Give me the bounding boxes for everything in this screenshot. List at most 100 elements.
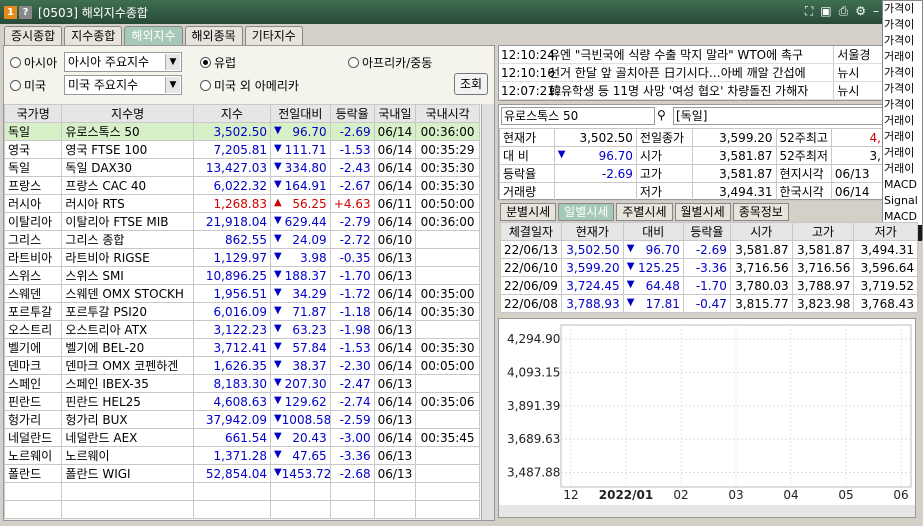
column-header[interactable]: 대비: [622, 222, 684, 241]
table-row[interactable]: 핀란드핀란드 HEL254,608.63129.62-2.7406/1400:3…: [3, 392, 480, 411]
column-header[interactable]: 등락율: [329, 104, 375, 123]
column-header[interactable]: 국내일: [373, 104, 417, 123]
column-header[interactable]: 지수명: [61, 104, 194, 123]
column-header[interactable]: 현재가: [560, 222, 624, 241]
tab-daily[interactable]: 일별시세: [558, 203, 615, 221]
settings-icon[interactable]: ⚙: [855, 4, 866, 19]
column-header[interactable]: 국가명: [3, 104, 63, 123]
empty-row: [3, 482, 480, 501]
low-cell: 3,719.52: [853, 276, 918, 295]
high-cell: 3,823.98: [791, 294, 855, 313]
capture-icon[interactable]: ▣: [820, 4, 831, 19]
table-row[interactable]: 22/06/133,502.5096.70-2.693,581.873,581.…: [500, 240, 918, 259]
index-table: 국가명 지수명 지수 전일대비 등락율 국내일 국내시각 독일 유로스톡스 50 3,502.5…: [3, 104, 480, 519]
tab-weekly[interactable]: 주별시세: [616, 203, 673, 221]
radio-circle[interactable]: [200, 80, 211, 91]
column-header[interactable]: 고가: [791, 222, 855, 241]
asia-select[interactable]: 아시아 주요지수 ▼: [64, 52, 182, 72]
table-row[interactable]: 스웨덴스웨덴 OMX STOCKH1,956.5134.29-1.7206/14…: [3, 284, 480, 303]
column-header[interactable]: 저가: [853, 222, 918, 241]
chevron-down-icon[interactable]: ▼: [165, 54, 180, 70]
rate-cell: -1.72: [329, 284, 375, 303]
index-name-cell: 라트비아 RIGSE: [61, 248, 194, 267]
window-menu-icon[interactable]: 1: [4, 5, 17, 19]
table-row[interactable]: 헝가리헝가리 BUX37,942.091008.58-2.5906/13: [3, 410, 480, 429]
chevron-down-icon[interactable]: ▼: [165, 77, 180, 93]
tab-minute[interactable]: 분별시세: [500, 203, 557, 221]
table-row[interactable]: 프랑스프랑스 CAC 406,022.32164.91-2.6706/1400:…: [3, 176, 480, 195]
menu-item[interactable]: 가격이: [883, 1, 922, 17]
search-icon[interactable]: ⚲: [657, 108, 666, 122]
menu-item[interactable]: Signal: [883, 193, 922, 209]
query-button[interactable]: 조회: [454, 73, 488, 95]
radio-circle[interactable]: [10, 57, 21, 68]
menu-item[interactable]: 가격이: [883, 65, 922, 81]
menu-item[interactable]: 가격이: [883, 81, 922, 97]
radio-asia[interactable]: 아시아: [10, 54, 57, 71]
link-icon[interactable]: ⛶: [805, 4, 813, 19]
column-header[interactable]: 국내시각: [415, 104, 480, 123]
table-row[interactable]: 22/06/103,599.20125.25-3.363,716.563,716…: [500, 258, 918, 277]
radio-circle[interactable]: [10, 80, 21, 91]
tab-overseas-stock[interactable]: 해외종목: [184, 26, 243, 45]
table-row[interactable]: 러시아러시아 RTS1,268.8356.25+4.6306/1100:50:0…: [3, 194, 480, 213]
table-row[interactable]: 22/06/083,788.9317.81-0.473,815.773,823.…: [500, 294, 918, 313]
index-name-cell: 스웨덴 OMX STOCKH: [61, 284, 194, 303]
menu-item[interactable]: 거래이: [883, 49, 922, 65]
print-icon[interactable]: ⎙: [839, 4, 849, 19]
news-item[interactable]: 12:07:21 韓유학생 등 11명 사망 '여성 협오' 차량돌진 가해자 뉴시: [499, 82, 883, 100]
table-row[interactable]: 독일독일 DAX3013,427.03334.80-2.4306/1400:35…: [3, 158, 480, 177]
column-header[interactable]: 전일대비: [269, 104, 331, 123]
minimize-icon[interactable]: –: [873, 4, 879, 19]
menu-item[interactable]: 가격이: [883, 33, 922, 49]
tab-stock-info[interactable]: 종목정보: [732, 203, 789, 221]
table-row[interactable]: 독일유로스톡스 503,502.5096.70-2.6906/1400:36:0…: [3, 122, 480, 141]
table-row[interactable]: 그리스그리스 종합862.5524.09-2.7206/10: [3, 230, 480, 249]
radio-europe[interactable]: 유럽: [200, 54, 236, 71]
change-cell: 34.29: [269, 284, 331, 303]
radio-circle[interactable]: [200, 57, 211, 68]
column-header[interactable]: 체결일자: [500, 222, 562, 241]
radio-other-america[interactable]: 미국 외 아메리카: [200, 77, 299, 94]
table-row[interactable]: 네덜란드네덜란드 AEX661.5420.43-3.0006/1400:35:4…: [3, 428, 480, 447]
tab-overseas-index[interactable]: 해외지수: [124, 26, 183, 45]
table-row[interactable]: 이탈리아이탈리아 FTSE MIB21,918.04629.44-2.7906/…: [3, 212, 480, 231]
table-row[interactable]: 포르투갈포르투갈 PSI206,016.0971.87-1.1806/1400:…: [3, 302, 480, 321]
column-header[interactable]: 지수: [192, 104, 271, 123]
menu-item[interactable]: 가격이: [883, 97, 922, 113]
symbol-input[interactable]: 유로스톡스 50: [501, 107, 655, 125]
tab-index-summary[interactable]: 지수종합: [64, 26, 123, 45]
time-cell: 00:35:45: [415, 428, 480, 447]
table-row[interactable]: 벨기에벨기에 BEL-203,712.4157.84-1.5306/1400:3…: [3, 338, 480, 357]
price-chart[interactable]: 4,294.90 4,093.15 3,891.39 3,689.63 3,487.88…: [498, 318, 916, 518]
news-item[interactable]: 12:10:24 유엔 "극빈국에 식량 수출 막지 말라" WTO에 촉구 서울경: [499, 46, 883, 64]
table-row[interactable]: 스위스스위스 SMI10,896.25188.37-1.7006/13: [3, 266, 480, 285]
table-row[interactable]: 영국영국 FTSE 1007,205.81111.71-1.5306/1400:…: [3, 140, 480, 159]
menu-item[interactable]: MACD: [883, 177, 922, 193]
menu-item[interactable]: 거래이: [883, 113, 922, 129]
tab-monthly[interactable]: 월별시세: [674, 203, 731, 221]
table-row[interactable]: 스페인스페인 IBEX-358,183.30207.30-2.4706/13: [3, 374, 480, 393]
table-row[interactable]: 노르웨이노르웨이1,371.2847.65-3.3606/13: [3, 446, 480, 465]
menu-item[interactable]: 가격이: [883, 17, 922, 33]
usa-select[interactable]: 미국 주요지수 ▼: [64, 75, 182, 95]
y-tick-label: 3,891.39: [507, 399, 560, 413]
news-item[interactable]: 12:10:16 선거 한달 앞 골치아픈 日기시다…아베 깨알 간섭에 뉴시: [499, 64, 883, 82]
column-header[interactable]: 시가: [729, 222, 793, 241]
help-icon[interactable]: ?: [19, 5, 32, 19]
table-row[interactable]: 폴란드폴란드 WIGI52,854.041453.72-2.6806/13: [3, 464, 480, 483]
table-scrollbar[interactable]: [481, 104, 494, 520]
radio-usa[interactable]: 미국: [10, 77, 46, 94]
table-row[interactable]: 덴마크덴마크 OMX 코펜하겐1,626.3538.37-2.3006/1400…: [3, 356, 480, 375]
menu-item[interactable]: 거래이: [883, 161, 922, 177]
radio-africa[interactable]: 아프리카/중동: [348, 54, 432, 71]
menu-item[interactable]: 거래이: [883, 145, 922, 161]
table-row[interactable]: 라트비아라트비아 RIGSE1,129.973.98-0.3506/13: [3, 248, 480, 267]
tab-market-summary[interactable]: 증시종합: [4, 26, 63, 45]
table-row[interactable]: 오스트리오스트리아 ATX3,122.2363.23-1.9806/13: [3, 320, 480, 339]
menu-item[interactable]: 거래이: [883, 129, 922, 145]
column-header[interactable]: 등락율: [682, 222, 731, 241]
tab-other-index[interactable]: 기타지수: [244, 26, 303, 45]
radio-circle[interactable]: [348, 57, 359, 68]
table-row[interactable]: 22/06/093,724.4564.48-1.703,780.033,788.…: [500, 276, 918, 295]
